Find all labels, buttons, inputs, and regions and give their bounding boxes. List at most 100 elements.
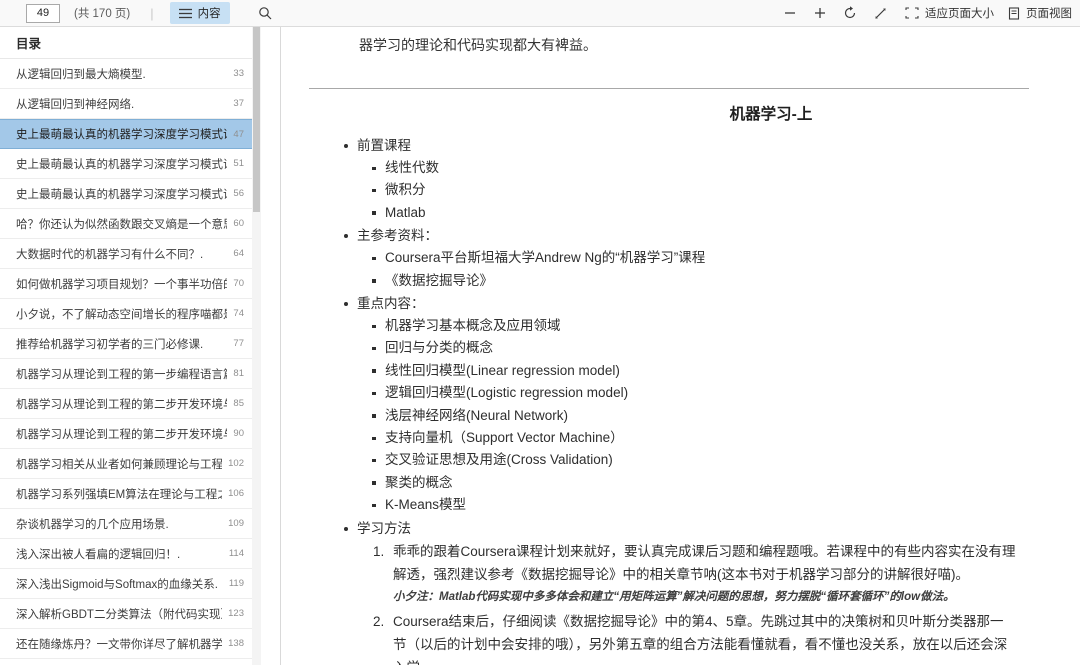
- step-text: 乖乖的跟着Coursera课程计划来就好，要认真完成课后习题和编程题哦。若课程中…: [393, 543, 1016, 582]
- toc-item[interactable]: 机器学习从理论到工程的第二步开发环境与工具篇 90: [0, 419, 252, 449]
- plus-icon: [814, 7, 826, 19]
- bullet-heading: 前置课程: [343, 134, 1080, 157]
- bullet-subitem: 机器学习基本概念及应用领域: [371, 315, 1080, 337]
- magnifier-icon: [258, 6, 272, 20]
- fit-width-button[interactable]: [869, 2, 891, 24]
- toc-title: 目录: [0, 27, 252, 59]
- toc-item-page: 102: [228, 458, 244, 469]
- toc-item-label: 从逻辑回归到最大熵模型.: [16, 68, 146, 81]
- bullet-sublist: Coursera平台斯坦福大学Andrew Ng的“机器学习”课程 《数据挖掘导论…: [343, 247, 1080, 292]
- toc-item-page: 81: [233, 368, 244, 379]
- toc-item[interactable]: 机器学习系列强填EM算法在理论与工程之间的鸿 106: [0, 479, 252, 509]
- bullet-subitem: 聚类的概念: [371, 472, 1080, 494]
- bullet-subitem: 交叉验证思想及用途(Cross Validation): [371, 449, 1080, 471]
- toc-item[interactable]: 史上最萌最认真的机器学习深度学习模式识别入门 56: [0, 179, 252, 209]
- toc-item-label: 机器学习从理论到工程的第二步开发环境与工具篇: [16, 428, 227, 441]
- toc-item[interactable]: 从逻辑回归到神经网络. 37: [0, 89, 252, 119]
- toc-item[interactable]: 深入解析GBDT二分类算法（附代码实现）. 123: [0, 599, 252, 629]
- toc-item[interactable]: 史上最萌最认真的机器学习深度学习模式识别入门 51: [0, 149, 252, 179]
- toc-item[interactable]: 还在随缘炼丹？一文带你详尽了解机器学习模型 138: [0, 629, 252, 659]
- contents-button-label: 内容: [197, 8, 221, 20]
- fit-frame-icon: [905, 7, 919, 19]
- toc-item-page: 47: [233, 128, 244, 140]
- toc-list: 从逻辑回归到最大熵模型. 33 从逻辑回归到神经网络. 37 史上最萌最认真的机…: [0, 59, 252, 659]
- fit-page-button[interactable]: 适应页面大小: [905, 5, 994, 21]
- toc-item[interactable]: 机器学习从理论到工程的第一步编程语言篇. 81: [0, 359, 252, 389]
- toolbar-divider: |: [150, 5, 154, 21]
- toc-item-label: 机器学习从理论到工程的第一步编程语言篇.: [16, 368, 228, 381]
- toc-item-label: 机器学习从理论到工程的第二步开发环境与工具篇: [16, 398, 227, 411]
- toc-item-label: 杂谈机器学习的几个应用场景.: [16, 518, 169, 531]
- toc-item[interactable]: 浅入深出被人看扁的逻辑回归！. 114: [0, 539, 252, 569]
- toc-item[interactable]: 推荐给机器学习初学者的三门必修课. 77: [0, 329, 252, 359]
- toc-item-page: 56: [233, 188, 244, 199]
- step-note: 小夕注：Matlab代码实现中多多体会和建立“用矩阵运算”解决问题的思想，努力摆…: [393, 590, 955, 603]
- toc-item-label: 还在随缘炼丹？一文带你详尽了解机器学习模型: [16, 638, 223, 651]
- toc-item-page: 51: [233, 158, 244, 169]
- toc-item-label: 机器学习相关从业者如何兼顾理论与工程能力.: [16, 458, 223, 471]
- sidebar-scrollbar[interactable]: [252, 27, 261, 665]
- toc-item[interactable]: 机器学习从理论到工程的第二步开发环境与工具篇 85: [0, 389, 252, 419]
- toc-item[interactable]: 小夕说，不了解动态空间增长的程序喵都是假喵 74: [0, 299, 252, 329]
- step-text: Coursera结束后，仔细阅读《数据挖掘导论》中的第4、5章。先跳过其中的决策…: [393, 613, 1008, 665]
- rotate-icon: [843, 6, 857, 20]
- total-pages-label: (共 170 页): [74, 8, 131, 20]
- minus-icon: [784, 7, 796, 19]
- toc-item-page: 138: [228, 638, 244, 649]
- toc-item-page: 74: [233, 308, 244, 319]
- numbered-step: 2. Coursera结束后，仔细阅读《数据挖掘导论》中的第4、5章。先跳过其中…: [373, 610, 1080, 665]
- toc-item-label: 深入浅出Sigmoid与Softmax的血缘关系.: [16, 578, 218, 591]
- zoom-in-button[interactable]: [809, 2, 831, 24]
- pdf-toolbar: (共 170 页) | 内容: [0, 0, 1080, 27]
- toc-item[interactable]: 哈？你还认为似然函数跟交叉熵是一个意思呀？. 60: [0, 209, 252, 239]
- toc-item-label: 史上最萌最认真的机器学习深度学习模式识别入门: [16, 188, 227, 201]
- toc-item-page: 77: [233, 338, 244, 349]
- numbered-step: 1. 乖乖的跟着Coursera课程计划来就好，要认真完成课后习题和编程题哦。若…: [373, 540, 1080, 610]
- toc-item-label: 史上最萌最认真的机器学习深度学习模式识别入门: [16, 158, 227, 171]
- article-title: 机器学习-上: [729, 106, 813, 123]
- bullet-subitem: 回归与分类的概念: [371, 337, 1080, 359]
- toc-item-label: 深入解析GBDT二分类算法（附代码实现）.: [16, 608, 223, 621]
- rotate-button[interactable]: [839, 2, 861, 24]
- toc-item[interactable]: 机器学习相关从业者如何兼顾理论与工程能力. 102: [0, 449, 252, 479]
- toc-item-label: 如何做机器学习项目规划？一个事半功倍的check: [16, 278, 227, 291]
- page-view-label: 页面视图: [1026, 8, 1072, 20]
- toc-item[interactable]: 从逻辑回归到最大熵模型. 33: [0, 59, 252, 89]
- toc-item-label: 从逻辑回归到神经网络.: [16, 98, 135, 111]
- numbered-steps: 1. 乖乖的跟着Coursera课程计划来就好，要认真完成课后习题和编程题哦。若…: [373, 540, 1080, 665]
- toc-item-label: 小夕说，不了解动态空间增长的程序喵都是假喵: [16, 308, 227, 321]
- carryover-paragraph: 器学习的理论和代码实现都大有裨益。: [359, 37, 597, 53]
- toc-item-label: 浅入深出被人看扁的逻辑回归！.: [16, 548, 181, 561]
- toc-item-page: 123: [228, 608, 244, 619]
- toc-item-page: 70: [233, 278, 244, 289]
- document-viewport[interactable]: 器学习的理论和代码实现都大有裨益。 机器学习-上 前置课程 线性代数 微积分 Mat…: [261, 27, 1080, 665]
- diagonal-arrow-icon: [874, 7, 887, 20]
- page-icon: [1008, 6, 1020, 20]
- toc-item-page: 37: [233, 98, 244, 109]
- toc-item-page: 85: [233, 398, 244, 409]
- bullet-subitem: 线性回归模型(Linear regression model): [371, 360, 1080, 382]
- toc-item[interactable]: 深入浅出Sigmoid与Softmax的血缘关系. 119: [0, 569, 252, 599]
- toc-item-label: 推荐给机器学习初学者的三门必修课.: [16, 338, 204, 351]
- toc-item[interactable]: 杂谈机器学习的几个应用场景. 109: [0, 509, 252, 539]
- list-icon: [178, 8, 192, 19]
- toc-item-page: 106: [228, 488, 244, 499]
- toc-item-page: 33: [233, 68, 244, 79]
- bullet-subitem: 浅层神经网络(Neural Network): [371, 405, 1080, 427]
- toc-item[interactable]: 大数据时代的机器学习有什么不同？. 64: [0, 239, 252, 269]
- contents-toggle-button[interactable]: 内容: [169, 2, 230, 24]
- bullet-sublist: 机器学习基本概念及应用领域 回归与分类的概念 线性回归模型(Linear regre…: [343, 315, 1080, 517]
- toc-item-label: 机器学习系列强填EM算法在理论与工程之间的鸿: [16, 488, 222, 501]
- bullet-subitem: 微积分: [371, 179, 1080, 201]
- bullet-heading: 主参考资料：: [343, 224, 1080, 247]
- sidebar-scrollbar-thumb[interactable]: [253, 27, 260, 212]
- search-button[interactable]: [258, 6, 272, 20]
- bullet-subitem: 线性代数: [371, 157, 1080, 179]
- bullet-subitem: 逻辑回归模型(Logistic regression model): [371, 382, 1080, 404]
- page-number-input[interactable]: [26, 3, 60, 23]
- toc-item[interactable]: 如何做机器学习项目规划？一个事半功倍的check 70: [0, 269, 252, 299]
- toc-item[interactable]: 史上最萌最认真的机器学习深度学习模式识别入门 47: [0, 119, 252, 149]
- bullet-subitem: K-Means模型: [371, 494, 1080, 516]
- zoom-out-button[interactable]: [779, 2, 801, 24]
- page-view-button[interactable]: 页面视图: [1008, 5, 1072, 21]
